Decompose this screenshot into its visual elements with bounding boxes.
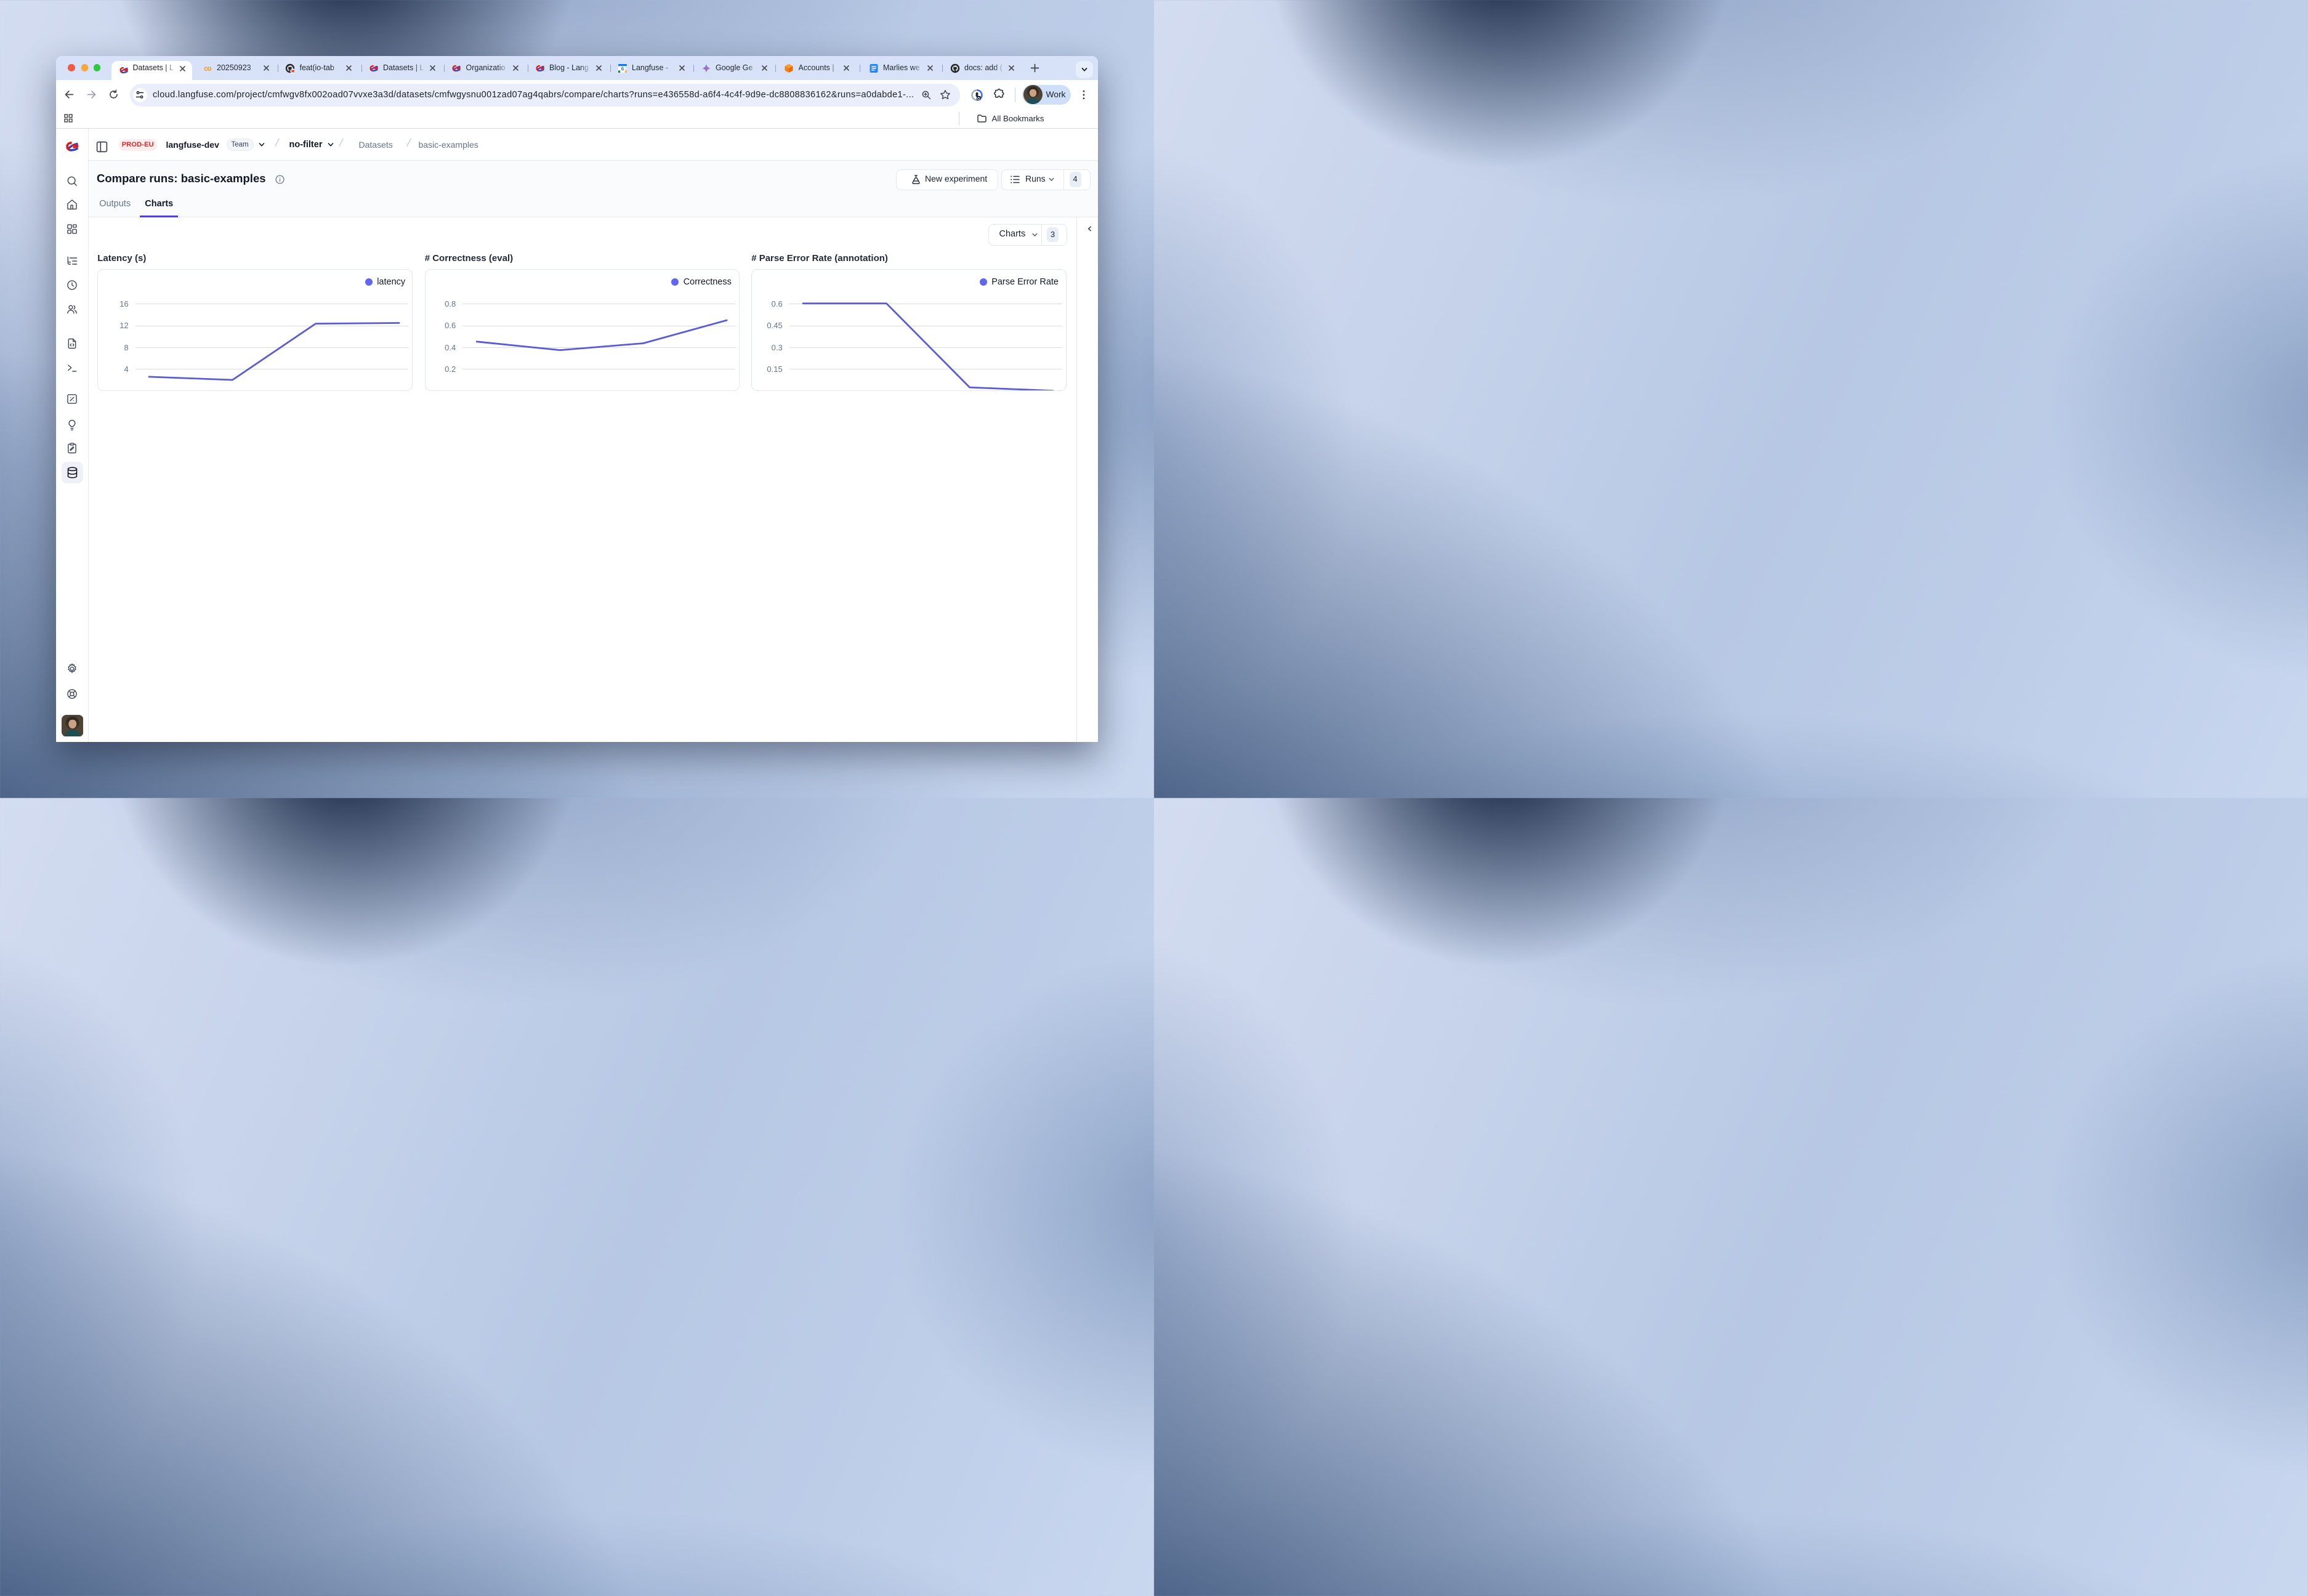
- svg-text:co: co: [204, 65, 211, 73]
- svg-text:6: 6: [621, 66, 624, 71]
